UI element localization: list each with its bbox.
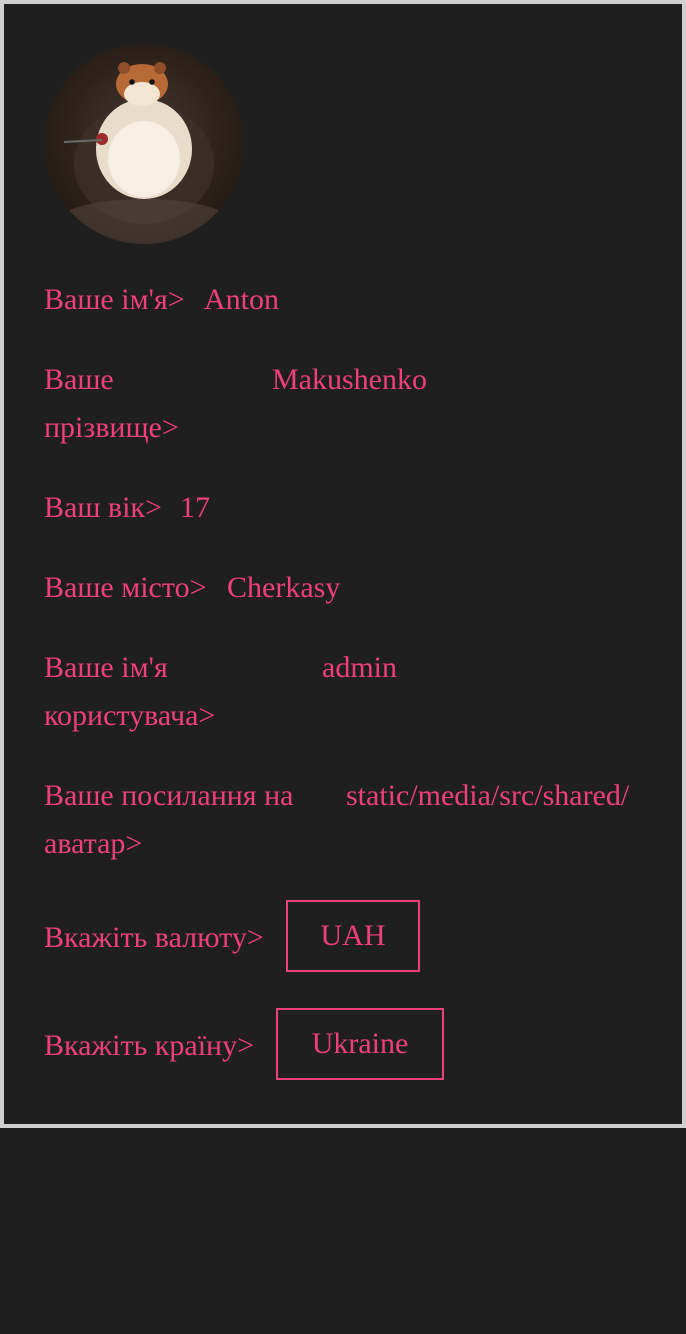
first-name-row: Ваше ім'я> Anton (44, 276, 644, 324)
first-name-value[interactable]: Anton (204, 276, 279, 324)
currency-selected-value: UAH (320, 919, 386, 952)
avatar-link-value[interactable]: static/media/src/shared/ (346, 772, 629, 820)
username-value[interactable]: admin (322, 644, 397, 692)
country-selected-value: Ukraine (311, 1027, 409, 1060)
profile-card: Ваше ім'я> Anton Ваше прізвище> Makushen… (0, 0, 686, 1128)
city-row: Ваше місто> Cherkasy (44, 564, 644, 612)
avatar (44, 44, 244, 244)
age-label: Ваш вік> (44, 491, 162, 524)
avatar-link-row: Ваше посилання на аватар> static/media/s… (44, 772, 644, 868)
country-select[interactable]: Ukraine (276, 1008, 444, 1080)
last-name-label-line2: прізвище> (44, 411, 179, 444)
city-label: Ваше місто> (44, 571, 207, 604)
username-label-line1: Ваше ім'я (44, 651, 168, 684)
last-name-value[interactable]: Makushenko (272, 356, 427, 404)
currency-label: Вкажіть валюту> (44, 921, 264, 954)
hamster-avatar-image (54, 62, 234, 244)
avatar-link-label-line1: Ваше посилання на (44, 779, 294, 812)
avatar-link-label-line2: аватар> (44, 827, 143, 860)
city-value[interactable]: Cherkasy (227, 564, 340, 612)
username-label-line2: користувача> (44, 699, 216, 732)
currency-select[interactable]: UAH (286, 900, 420, 972)
username-row: Ваше ім'я користувача> admin (44, 644, 644, 740)
age-row: Ваш вік> 17 (44, 484, 644, 532)
last-name-label-line1: Ваше (44, 363, 114, 396)
country-label: Вкажіть країну> (44, 1029, 254, 1062)
first-name-label: Ваше ім'я> (44, 283, 185, 316)
last-name-row: Ваше прізвище> Makushenko (44, 356, 644, 452)
age-value[interactable]: 17 (180, 484, 210, 532)
